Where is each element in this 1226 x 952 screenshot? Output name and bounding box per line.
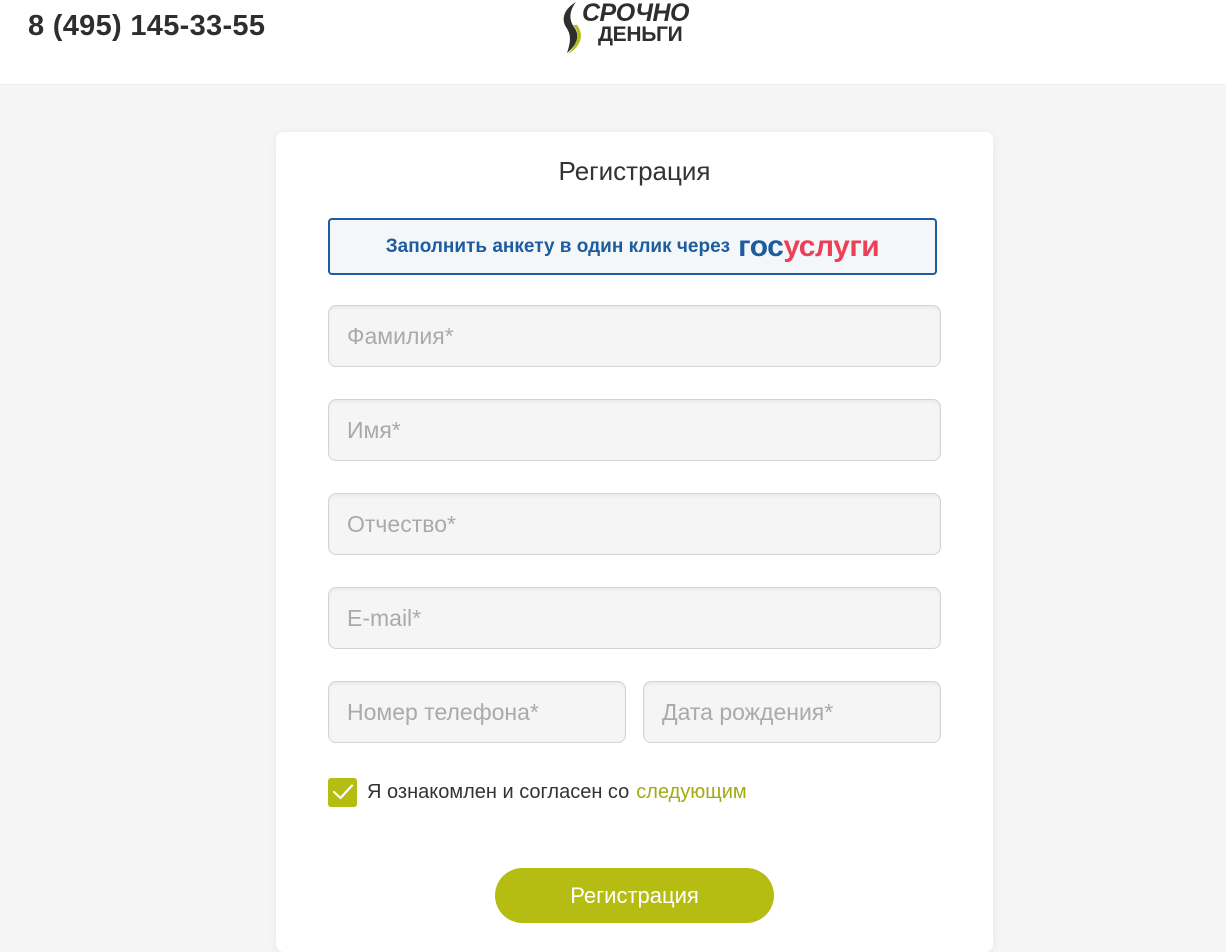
- agreement-text: Я ознакомлен и согласен со: [367, 780, 630, 803]
- agreement-row: Я ознакомлен и согласен со следующим: [328, 777, 747, 807]
- logo-wordmark: СРОЧНО ДЕНЬГИ: [582, 0, 690, 46]
- logo-line1: СРОЧНО: [582, 0, 690, 27]
- gosuslugi-logo: госуслуги: [738, 229, 880, 263]
- brand-logo[interactable]: СРОЧНО ДЕНЬГИ: [558, 0, 718, 56]
- birthdate-input[interactable]: [644, 682, 940, 742]
- site-header: 8 (495) 145-33-55 СРОЧНО ДЕНЬГИ: [0, 0, 1226, 85]
- last-name-input[interactable]: [329, 306, 940, 366]
- header-phone[interactable]: 8 (495) 145-33-55: [28, 10, 265, 43]
- last-name-field[interactable]: [328, 305, 941, 367]
- gosuslugi-logo-uslugi: услуги: [783, 229, 880, 263]
- email-field[interactable]: [328, 587, 941, 649]
- birthdate-field[interactable]: [643, 681, 941, 743]
- form-title: Регистрация: [558, 156, 711, 186]
- first-name-field[interactable]: [328, 399, 941, 461]
- patronymic-input[interactable]: [329, 494, 940, 554]
- register-button[interactable]: Регистрация: [495, 868, 774, 923]
- registration-card: Регистрация Заполнить анкету в один клик…: [276, 132, 993, 952]
- agreement-link[interactable]: следующим: [636, 781, 746, 804]
- phone-input[interactable]: [329, 682, 625, 742]
- first-name-input[interactable]: [329, 400, 940, 460]
- logo-line2: ДЕНЬГИ: [598, 23, 683, 46]
- agreement-checkbox[interactable]: [328, 777, 357, 807]
- phone-field[interactable]: [328, 681, 626, 743]
- gosuslugi-logo-gos: гос: [738, 229, 784, 263]
- checkmark-icon: [332, 784, 353, 800]
- gosuslugi-button[interactable]: Заполнить анкету в один клик через госус…: [328, 218, 937, 275]
- email-input[interactable]: [329, 588, 940, 648]
- gosuslugi-button-text: Заполнить анкету в один клик через: [385, 235, 731, 257]
- patronymic-field[interactable]: [328, 493, 941, 555]
